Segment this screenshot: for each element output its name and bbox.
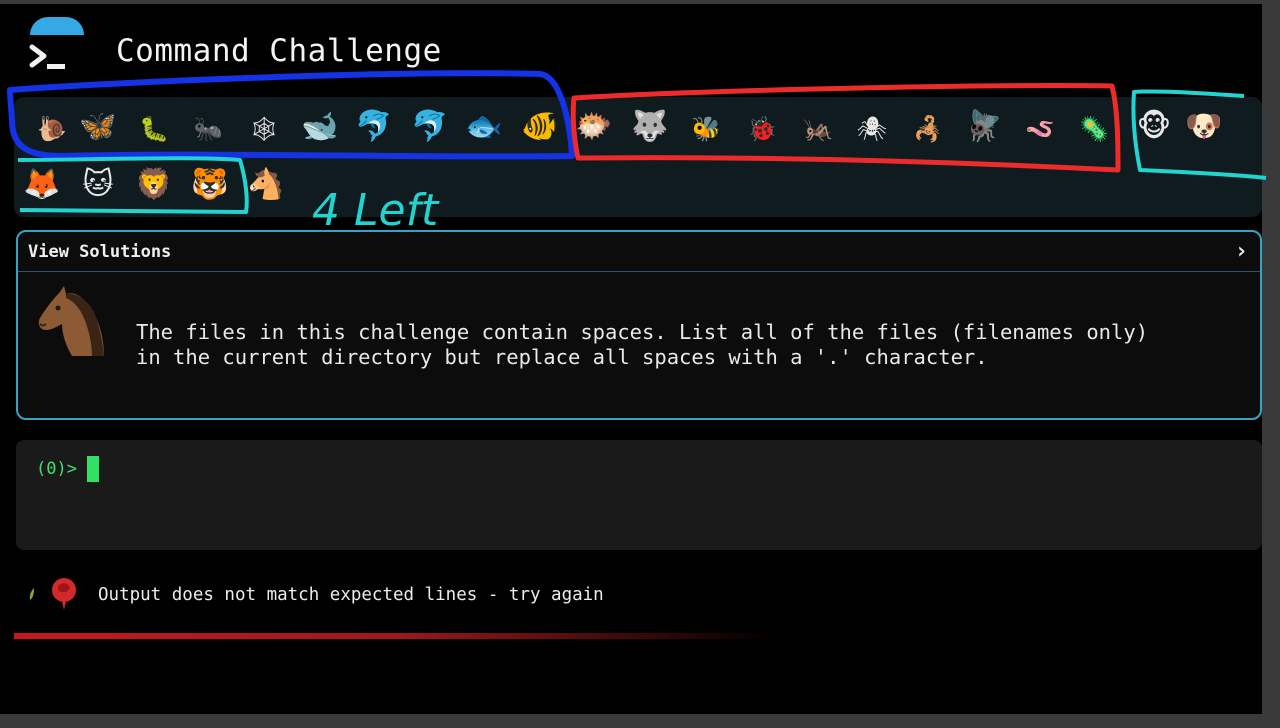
fox-icon[interactable]: 🦊	[22, 165, 62, 205]
tiger-icon[interactable]: 🐯	[190, 165, 230, 205]
monkey-icon[interactable]: 🐵	[1134, 107, 1174, 147]
challenge-progress-bar: 🐌 🦋 🐛 🐜 🕸 🐋 🐬 🐬 🐟 🐠 🐡 🐺 🐝 🐞 🦗 🕷 🦂 🪰 🪱 🦠 …	[14, 97, 1262, 217]
view-solutions-label: View Solutions	[28, 241, 172, 262]
text-cursor[interactable]	[86, 456, 99, 482]
cricket-icon[interactable]: 🦗	[798, 109, 838, 149]
page-title: Command Challenge	[116, 33, 442, 69]
terminal-input-area[interactable]: (0)>	[16, 440, 1262, 550]
challenge-description: The files in this challenge contain spac…	[136, 320, 1149, 369]
spider-web-icon[interactable]: 🕸	[244, 109, 284, 149]
dolphin-icon[interactable]: 🐬	[354, 107, 394, 147]
bee-icon[interactable]: 🐝	[686, 109, 726, 149]
fly-icon[interactable]: 🪰	[964, 107, 1004, 147]
prompt-label: (0)>	[36, 459, 77, 479]
frame-border-right	[1262, 0, 1280, 728]
ant-icon[interactable]: 🐜	[188, 109, 228, 149]
prompt-icon	[29, 44, 65, 69]
status-text: Output does not match expected lines - t…	[98, 585, 604, 605]
whale-icon[interactable]: 🐋	[300, 107, 340, 147]
spider-icon[interactable]: 🕷	[852, 109, 892, 149]
header: Command Challenge	[22, 16, 622, 86]
error-bar	[14, 633, 774, 639]
app-frame: Command Challenge 🐌 🦋 🐛 🐜 🕸 🐋 🐬 🐬 🐟 🐠 🐡 …	[0, 0, 1280, 728]
caterpillar-icon[interactable]: 🐛	[134, 109, 174, 149]
terminal-logo-icon[interactable]	[22, 17, 86, 83]
horse-icon	[38, 286, 104, 356]
prompt: (0)>	[36, 456, 99, 482]
dolphin-icon[interactable]: 🐬	[410, 107, 450, 147]
view-solutions-toggle[interactable]: View Solutions ›	[18, 232, 1260, 272]
microbe-icon[interactable]: 🦠	[1074, 109, 1114, 149]
fish-icon[interactable]: 🐟	[464, 107, 504, 147]
logo-arc	[30, 17, 84, 35]
worm-icon[interactable]: 🪱	[1020, 109, 1060, 149]
dog-icon[interactable]: 🐶	[1184, 107, 1224, 147]
wolf-icon[interactable]: 🐺	[630, 107, 670, 147]
blowfish-icon[interactable]: 🐡	[574, 107, 614, 147]
frame-border-top	[0, 0, 1280, 4]
lion-icon[interactable]: 🦁	[134, 165, 174, 205]
snail-icon[interactable]: 🐌	[32, 109, 72, 149]
solutions-panel: View Solutions › The files in this chall…	[16, 230, 1262, 420]
ladybug-icon[interactable]: 🐞	[742, 109, 782, 149]
frame-border-bottom	[0, 714, 1280, 728]
butterfly-icon[interactable]: 🦋	[78, 107, 118, 147]
chevron-right-icon[interactable]: ›	[1235, 239, 1248, 264]
horse-icon[interactable]: 🐴	[246, 165, 286, 205]
cat-icon[interactable]: 🐱	[78, 165, 118, 205]
tropical-fish-icon[interactable]: 🐠	[520, 107, 560, 147]
status-message: Output does not match expected lines - t…	[24, 574, 604, 616]
challenge-body: The files in this challenge contain spac…	[18, 272, 1260, 418]
scorpion-icon[interactable]: 🦂	[908, 109, 948, 149]
rose-icon	[29, 578, 76, 610]
